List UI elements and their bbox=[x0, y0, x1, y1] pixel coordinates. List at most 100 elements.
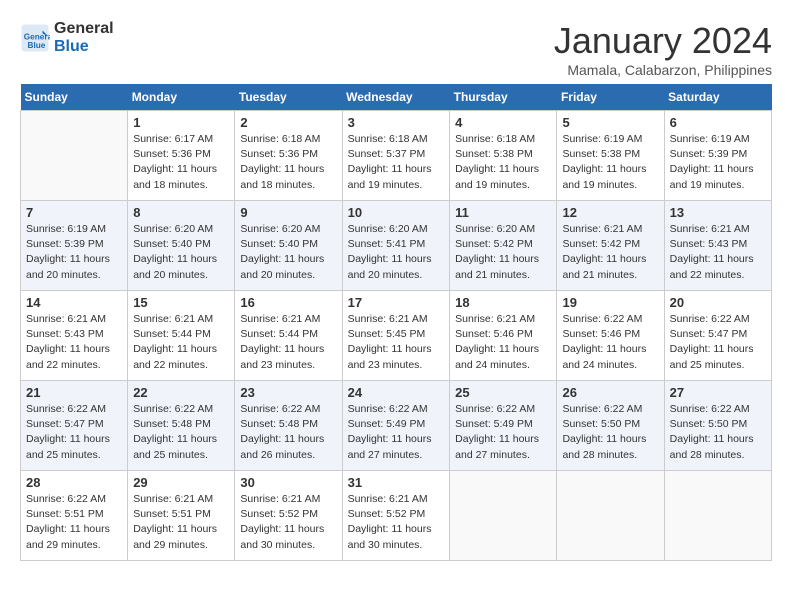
day-info: Sunrise: 6:19 AM Sunset: 5:38 PM Dayligh… bbox=[562, 132, 658, 193]
day-info: Sunrise: 6:20 AM Sunset: 5:41 PM Dayligh… bbox=[348, 222, 445, 283]
calendar-cell: 20 Sunrise: 6:22 AM Sunset: 5:47 PM Dayli… bbox=[664, 291, 771, 381]
day-number: 4 bbox=[455, 115, 551, 130]
day-number: 20 bbox=[670, 295, 766, 310]
day-number: 2 bbox=[240, 115, 336, 130]
day-number: 27 bbox=[670, 385, 766, 400]
calendar-cell: 26 Sunrise: 6:22 AM Sunset: 5:50 PM Dayli… bbox=[557, 381, 664, 471]
day-info: Sunrise: 6:18 AM Sunset: 5:36 PM Dayligh… bbox=[240, 132, 336, 193]
day-number: 23 bbox=[240, 385, 336, 400]
calendar-cell: 11Sunrise: 6:20 AM Sunset: 5:42 PM Dayli… bbox=[450, 201, 557, 291]
calendar-cell: 31 Sunrise: 6:21 AM Sunset: 5:52 PM Dayli… bbox=[342, 471, 450, 561]
day-number: 31 bbox=[348, 475, 445, 490]
calendar-cell: 9 Sunrise: 6:20 AM Sunset: 5:40 PM Daylig… bbox=[235, 201, 342, 291]
day-number: 3 bbox=[348, 115, 445, 130]
day-number: 1 bbox=[133, 115, 229, 130]
day-number: 25 bbox=[455, 385, 551, 400]
calendar-cell: 10 Sunrise: 6:20 AM Sunset: 5:41 PM Dayli… bbox=[342, 201, 450, 291]
calendar-cell: 14Sunrise: 6:21 AM Sunset: 5:43 PM Dayli… bbox=[21, 291, 128, 381]
calendar-subtitle: Mamala, Calabarzon, Philippines bbox=[554, 62, 772, 78]
day-info: Sunrise: 6:21 AM Sunset: 5:52 PM Dayligh… bbox=[240, 492, 336, 553]
calendar-cell: 3 Sunrise: 6:18 AM Sunset: 5:37 PM Daylig… bbox=[342, 111, 450, 201]
calendar-table: SundayMondayTuesdayWednesdayThursdayFrid… bbox=[20, 84, 772, 561]
calendar-cell: 7Sunrise: 6:19 AM Sunset: 5:39 PM Daylig… bbox=[21, 201, 128, 291]
logo-text-line2: Blue bbox=[54, 38, 114, 56]
day-number: 21 bbox=[26, 385, 122, 400]
day-info: Sunrise: 6:20 AM Sunset: 5:40 PM Dayligh… bbox=[133, 222, 229, 283]
day-info: Sunrise: 6:22 AM Sunset: 5:47 PM Dayligh… bbox=[26, 402, 122, 463]
day-info: Sunrise: 6:22 AM Sunset: 5:50 PM Dayligh… bbox=[670, 402, 766, 463]
day-number: 17 bbox=[348, 295, 445, 310]
calendar-cell bbox=[557, 471, 664, 561]
calendar-cell: 21 Sunrise: 6:22 AM Sunset: 5:47 PM Dayli… bbox=[21, 381, 128, 471]
day-info: Sunrise: 6:22 AM Sunset: 5:49 PM Dayligh… bbox=[348, 402, 445, 463]
header-friday: Friday bbox=[557, 84, 664, 111]
calendar-cell: 25 Sunrise: 6:22 AM Sunset: 5:49 PM Dayli… bbox=[450, 381, 557, 471]
logo-text-line1: General bbox=[54, 20, 114, 38]
day-number: 7 bbox=[26, 205, 122, 220]
day-info: Sunrise: 6:21 AM Sunset: 5:44 PM Dayligh… bbox=[240, 312, 336, 373]
day-number: 16 bbox=[240, 295, 336, 310]
header-tuesday: Tuesday bbox=[235, 84, 342, 111]
day-number: 9 bbox=[240, 205, 336, 220]
day-number: 19 bbox=[562, 295, 658, 310]
header-row: SundayMondayTuesdayWednesdayThursdayFrid… bbox=[21, 84, 772, 111]
day-info: Sunrise: 6:22 AM Sunset: 5:46 PM Dayligh… bbox=[562, 312, 658, 373]
calendar-cell: 15Sunrise: 6:21 AM Sunset: 5:44 PM Dayli… bbox=[128, 291, 235, 381]
calendar-cell: 30 Sunrise: 6:21 AM Sunset: 5:52 PM Dayli… bbox=[235, 471, 342, 561]
calendar-cell: 29 Sunrise: 6:21 AM Sunset: 5:51 PM Dayli… bbox=[128, 471, 235, 561]
calendar-cell: 4Sunrise: 6:18 AM Sunset: 5:38 PM Daylig… bbox=[450, 111, 557, 201]
calendar-cell: 12 Sunrise: 6:21 AM Sunset: 5:42 PM Dayli… bbox=[557, 201, 664, 291]
calendar-cell: 17 Sunrise: 6:21 AM Sunset: 5:45 PM Dayli… bbox=[342, 291, 450, 381]
calendar-cell: 28Sunrise: 6:22 AM Sunset: 5:51 PM Dayli… bbox=[21, 471, 128, 561]
day-info: Sunrise: 6:22 AM Sunset: 5:48 PM Dayligh… bbox=[240, 402, 336, 463]
day-number: 26 bbox=[562, 385, 658, 400]
week-row-3: 14Sunrise: 6:21 AM Sunset: 5:43 PM Dayli… bbox=[21, 291, 772, 381]
day-info: Sunrise: 6:19 AM Sunset: 5:39 PM Dayligh… bbox=[670, 132, 766, 193]
page-header: General Blue General Blue January 2024 M… bbox=[20, 20, 772, 78]
day-info: Sunrise: 6:21 AM Sunset: 5:44 PM Dayligh… bbox=[133, 312, 229, 373]
day-info: Sunrise: 6:21 AM Sunset: 5:43 PM Dayligh… bbox=[26, 312, 122, 373]
calendar-cell: 18Sunrise: 6:21 AM Sunset: 5:46 PM Dayli… bbox=[450, 291, 557, 381]
calendar-title: January 2024 bbox=[554, 20, 772, 62]
week-row-2: 7Sunrise: 6:19 AM Sunset: 5:39 PM Daylig… bbox=[21, 201, 772, 291]
day-number: 22 bbox=[133, 385, 229, 400]
calendar-cell: 1 Sunrise: 6:17 AM Sunset: 5:36 PM Daylig… bbox=[128, 111, 235, 201]
day-info: Sunrise: 6:22 AM Sunset: 5:49 PM Dayligh… bbox=[455, 402, 551, 463]
calendar-cell: 6 Sunrise: 6:19 AM Sunset: 5:39 PM Daylig… bbox=[664, 111, 771, 201]
title-section: January 2024 Mamala, Calabarzon, Philipp… bbox=[554, 20, 772, 78]
header-wednesday: Wednesday bbox=[342, 84, 450, 111]
logo-icon: General Blue bbox=[20, 23, 50, 53]
calendar-cell bbox=[664, 471, 771, 561]
day-number: 24 bbox=[348, 385, 445, 400]
header-thursday: Thursday bbox=[450, 84, 557, 111]
calendar-cell bbox=[21, 111, 128, 201]
day-number: 28 bbox=[26, 475, 122, 490]
calendar-cell: 8Sunrise: 6:20 AM Sunset: 5:40 PM Daylig… bbox=[128, 201, 235, 291]
calendar-cell: 23 Sunrise: 6:22 AM Sunset: 5:48 PM Dayli… bbox=[235, 381, 342, 471]
calendar-cell bbox=[450, 471, 557, 561]
day-info: Sunrise: 6:18 AM Sunset: 5:37 PM Dayligh… bbox=[348, 132, 445, 193]
day-number: 10 bbox=[348, 205, 445, 220]
logo: General Blue General Blue bbox=[20, 20, 114, 56]
day-info: Sunrise: 6:17 AM Sunset: 5:36 PM Dayligh… bbox=[133, 132, 229, 193]
day-info: Sunrise: 6:22 AM Sunset: 5:48 PM Dayligh… bbox=[133, 402, 229, 463]
day-info: Sunrise: 6:20 AM Sunset: 5:42 PM Dayligh… bbox=[455, 222, 551, 283]
day-info: Sunrise: 6:21 AM Sunset: 5:51 PM Dayligh… bbox=[133, 492, 229, 553]
day-info: Sunrise: 6:21 AM Sunset: 5:42 PM Dayligh… bbox=[562, 222, 658, 283]
day-info: Sunrise: 6:21 AM Sunset: 5:45 PM Dayligh… bbox=[348, 312, 445, 373]
day-info: Sunrise: 6:21 AM Sunset: 5:46 PM Dayligh… bbox=[455, 312, 551, 373]
week-row-1: 1 Sunrise: 6:17 AM Sunset: 5:36 PM Daylig… bbox=[21, 111, 772, 201]
day-number: 30 bbox=[240, 475, 336, 490]
day-info: Sunrise: 6:20 AM Sunset: 5:40 PM Dayligh… bbox=[240, 222, 336, 283]
day-number: 29 bbox=[133, 475, 229, 490]
header-saturday: Saturday bbox=[664, 84, 771, 111]
day-number: 12 bbox=[562, 205, 658, 220]
day-info: Sunrise: 6:21 AM Sunset: 5:52 PM Dayligh… bbox=[348, 492, 445, 553]
header-monday: Monday bbox=[128, 84, 235, 111]
day-info: Sunrise: 6:22 AM Sunset: 5:47 PM Dayligh… bbox=[670, 312, 766, 373]
day-info: Sunrise: 6:22 AM Sunset: 5:50 PM Dayligh… bbox=[562, 402, 658, 463]
calendar-cell: 2 Sunrise: 6:18 AM Sunset: 5:36 PM Daylig… bbox=[235, 111, 342, 201]
calendar-cell: 22 Sunrise: 6:22 AM Sunset: 5:48 PM Dayli… bbox=[128, 381, 235, 471]
day-number: 6 bbox=[670, 115, 766, 130]
week-row-4: 21 Sunrise: 6:22 AM Sunset: 5:47 PM Dayli… bbox=[21, 381, 772, 471]
